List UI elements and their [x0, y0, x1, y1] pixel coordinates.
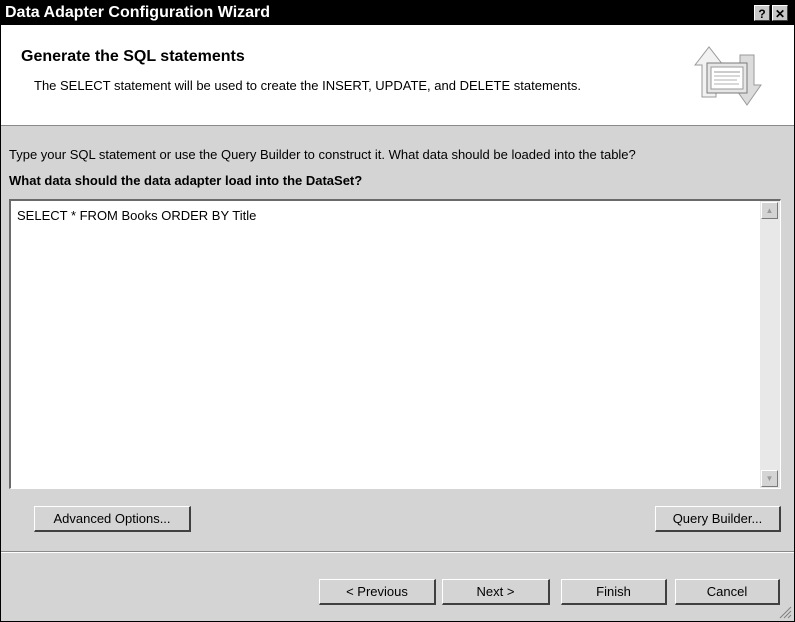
sql-text[interactable]: SELECT * FROM Books ORDER BY Title: [17, 208, 256, 223]
query-builder-button[interactable]: Query Builder...: [655, 506, 781, 532]
title-bar[interactable]: Data Adapter Configuration Wizard ? ✕: [1, 1, 794, 25]
footer-separator: [1, 551, 794, 553]
finish-button[interactable]: Finish: [561, 579, 667, 605]
vertical-scrollbar[interactable]: ▲ ▼: [760, 201, 780, 488]
close-button[interactable]: ✕: [772, 5, 788, 21]
next-button[interactable]: Next >: [442, 579, 550, 605]
wizard-header: Generate the SQL statements The SELECT s…: [1, 25, 794, 126]
previous-button[interactable]: < Previous: [319, 579, 436, 605]
cancel-button[interactable]: Cancel: [675, 579, 780, 605]
question-label: What data should the data adapter load i…: [9, 173, 363, 188]
scroll-down-icon[interactable]: ▼: [761, 470, 778, 487]
instruction-text: Type your SQL statement or use the Query…: [9, 147, 636, 162]
page-description: The SELECT statement will be used to cre…: [34, 78, 581, 93]
advanced-options-button[interactable]: Advanced Options...: [34, 506, 191, 532]
resize-grip-icon[interactable]: [778, 605, 792, 619]
wizard-header-icon: [693, 46, 762, 106]
window-title: Data Adapter Configuration Wizard: [5, 4, 271, 21]
wizard-window: Data Adapter Configuration Wizard ? ✕ Ge…: [0, 0, 795, 622]
scroll-up-icon[interactable]: ▲: [761, 202, 778, 219]
help-button[interactable]: ?: [754, 5, 770, 21]
sql-statement-textarea[interactable]: SELECT * FROM Books ORDER BY Title ▲ ▼: [9, 199, 781, 489]
page-title: Generate the SQL statements: [21, 48, 245, 65]
